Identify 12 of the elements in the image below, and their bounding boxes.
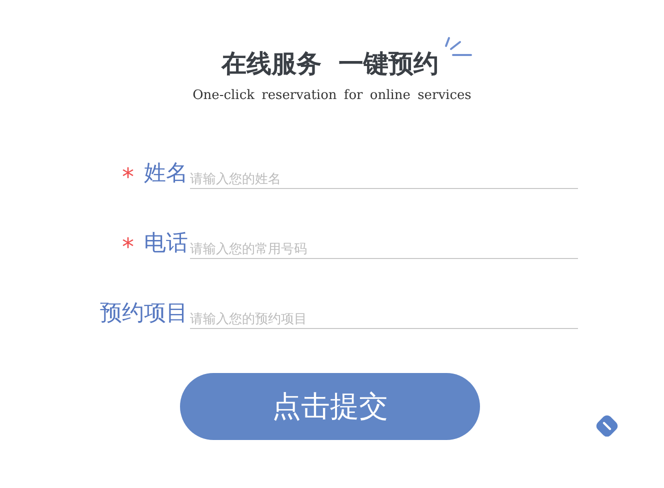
required-mark: *	[122, 165, 134, 189]
input-field[interactable]: 请输入您的常用号码	[190, 238, 578, 259]
required-mark: *	[122, 235, 134, 259]
field-label: 预约项目	[100, 300, 188, 328]
submit-button[interactable]: 点击提交	[180, 373, 480, 440]
sparkle-icon	[442, 36, 473, 58]
input-field[interactable]: 请输入您的姓名	[190, 168, 578, 189]
field-label: 姓名	[144, 160, 188, 188]
form-subtitle: One-click reservation for online services	[192, 88, 472, 103]
input-field[interactable]: 请输入您的预约项目	[190, 308, 578, 329]
field-label: 电话	[144, 230, 188, 258]
form-title: 在线服务 一键预约	[221, 48, 439, 80]
